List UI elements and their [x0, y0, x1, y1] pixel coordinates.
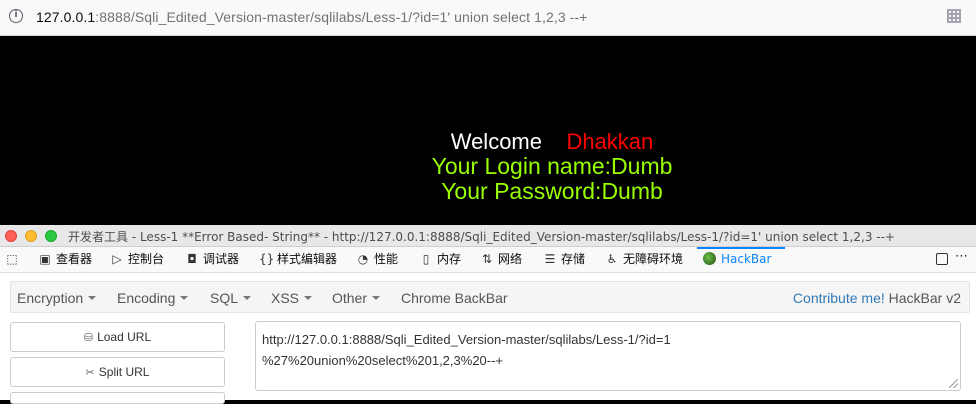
tab-hackbar[interactable]: HackBar [696, 247, 787, 272]
devtools-title: 开发者工具 - Less-1 **Error Based- String** -… [68, 230, 895, 244]
hackbar-menu: Encryption Encoding SQL XSS Other Chrome… [10, 281, 970, 313]
tab-inspector[interactable]: ▣ 查看器 [38, 247, 92, 272]
memory-icon: ▯ [422, 252, 430, 266]
tab-accessibility[interactable]: ♿ 无障碍环境 [605, 247, 683, 272]
element-picker-icon[interactable]: ⬚ [5, 247, 23, 272]
hackbar-icon [703, 252, 716, 265]
storage-icon: ☰ [544, 252, 556, 266]
resize-handle-icon[interactable] [949, 379, 958, 388]
url-host: 127.0.0.1 [36, 9, 96, 25]
info-icon[interactable]: i [9, 9, 23, 23]
page-content: Welcome Dhakkan Your Login name:Dumb You… [0, 37, 976, 225]
load-icon: ⛁ [83, 332, 94, 344]
welcome-line: Welcome Dhakkan [0, 129, 976, 155]
devtools-toolbar: ⬚ ▣ 查看器 ▷ 控制台 ◘ 调试器 {} 样式编辑器 ◔ 性能 ▯ 内存 ⇅ 网络 ☰ 存储… [0, 247, 976, 273]
menu-encryption[interactable]: Encryption [17, 290, 97, 306]
load-url-button[interactable]: ⛁ Load URL [10, 322, 225, 352]
execute-button[interactable] [10, 392, 225, 404]
menu-chrome-backbar[interactable]: Chrome BackBar [401, 290, 508, 306]
tab-debugger[interactable]: ◘ 调试器 [185, 247, 239, 272]
welcome-user: Dhakkan [566, 129, 654, 154]
dock-side-icon[interactable] [936, 253, 948, 265]
network-icon: ⇅ [481, 252, 493, 266]
login-name-text: Your Login name:Dumb [431, 153, 673, 179]
welcome-text: Welcome [450, 129, 542, 154]
qr-code-icon[interactable] [947, 9, 961, 23]
chevron-down-icon [88, 296, 97, 300]
accessibility-icon: ♿ [606, 252, 618, 266]
url-text[interactable]: 127.0.0.1:8888/Sqli_Edited_Version-maste… [36, 9, 588, 25]
minimize-window-button[interactable] [25, 230, 37, 242]
url-line-1: http://127.0.0.1:8888/Sqli_Edited_Versio… [262, 332, 671, 347]
menu-xss[interactable]: XSS [271, 290, 313, 306]
tab-performance[interactable]: ◔ 性能 [356, 247, 398, 272]
menu-other[interactable]: Other [332, 290, 381, 306]
tab-console[interactable]: ▷ 控制台 [110, 247, 164, 272]
performance-icon: ◔ [357, 252, 369, 266]
tab-style-editor[interactable]: {} 样式编辑器 [259, 247, 337, 272]
url-textarea[interactable]: http://127.0.0.1:8888/Sqli_Edited_Versio… [255, 321, 961, 391]
menu-sql[interactable]: SQL [210, 290, 252, 306]
tab-network[interactable]: ⇅ 网络 [480, 247, 522, 272]
chevron-down-icon [180, 296, 189, 300]
tab-memory[interactable]: ▯ 内存 [419, 247, 461, 272]
url-bar[interactable]: i 127.0.0.1:8888/Sqli_Edited_Version-mas… [0, 0, 976, 36]
console-icon: ▷ [112, 252, 122, 266]
hackbar-brand: HackBar v2 [888, 290, 961, 306]
scissors-icon: ✂ [85, 367, 95, 379]
close-window-button[interactable] [5, 230, 17, 242]
split-url-button[interactable]: ✂ Split URL [10, 357, 225, 387]
devtools-titlebar: 开发者工具 - Less-1 **Error Based- String** -… [0, 225, 976, 247]
contribute-link[interactable]: Contribute me! [793, 290, 885, 306]
hackbar-panel: Encryption Encoding SQL XSS Other Chrome… [0, 273, 976, 404]
password-text: Your Password:Dumb [441, 178, 663, 204]
style-editor-icon: {} [259, 252, 275, 266]
maximize-window-button[interactable] [45, 230, 57, 242]
inspector-icon: ▣ [39, 252, 51, 266]
contribute-area: Contribute me! HackBar v2 [793, 290, 961, 306]
more-options-icon[interactable]: ⋯ [955, 249, 968, 264]
url-path: :8888/Sqli_Edited_Version-master/sqlilab… [95, 9, 588, 25]
chevron-down-icon [304, 296, 313, 300]
url-line-2: %27%20union%20select%201,2,3%20--+ [262, 353, 504, 368]
debugger-icon: ◘ [187, 252, 197, 266]
menu-encoding[interactable]: Encoding [117, 290, 189, 306]
tab-storage[interactable]: ☰ 存储 [543, 247, 585, 272]
chevron-down-icon [243, 296, 252, 300]
chevron-down-icon [372, 296, 381, 300]
